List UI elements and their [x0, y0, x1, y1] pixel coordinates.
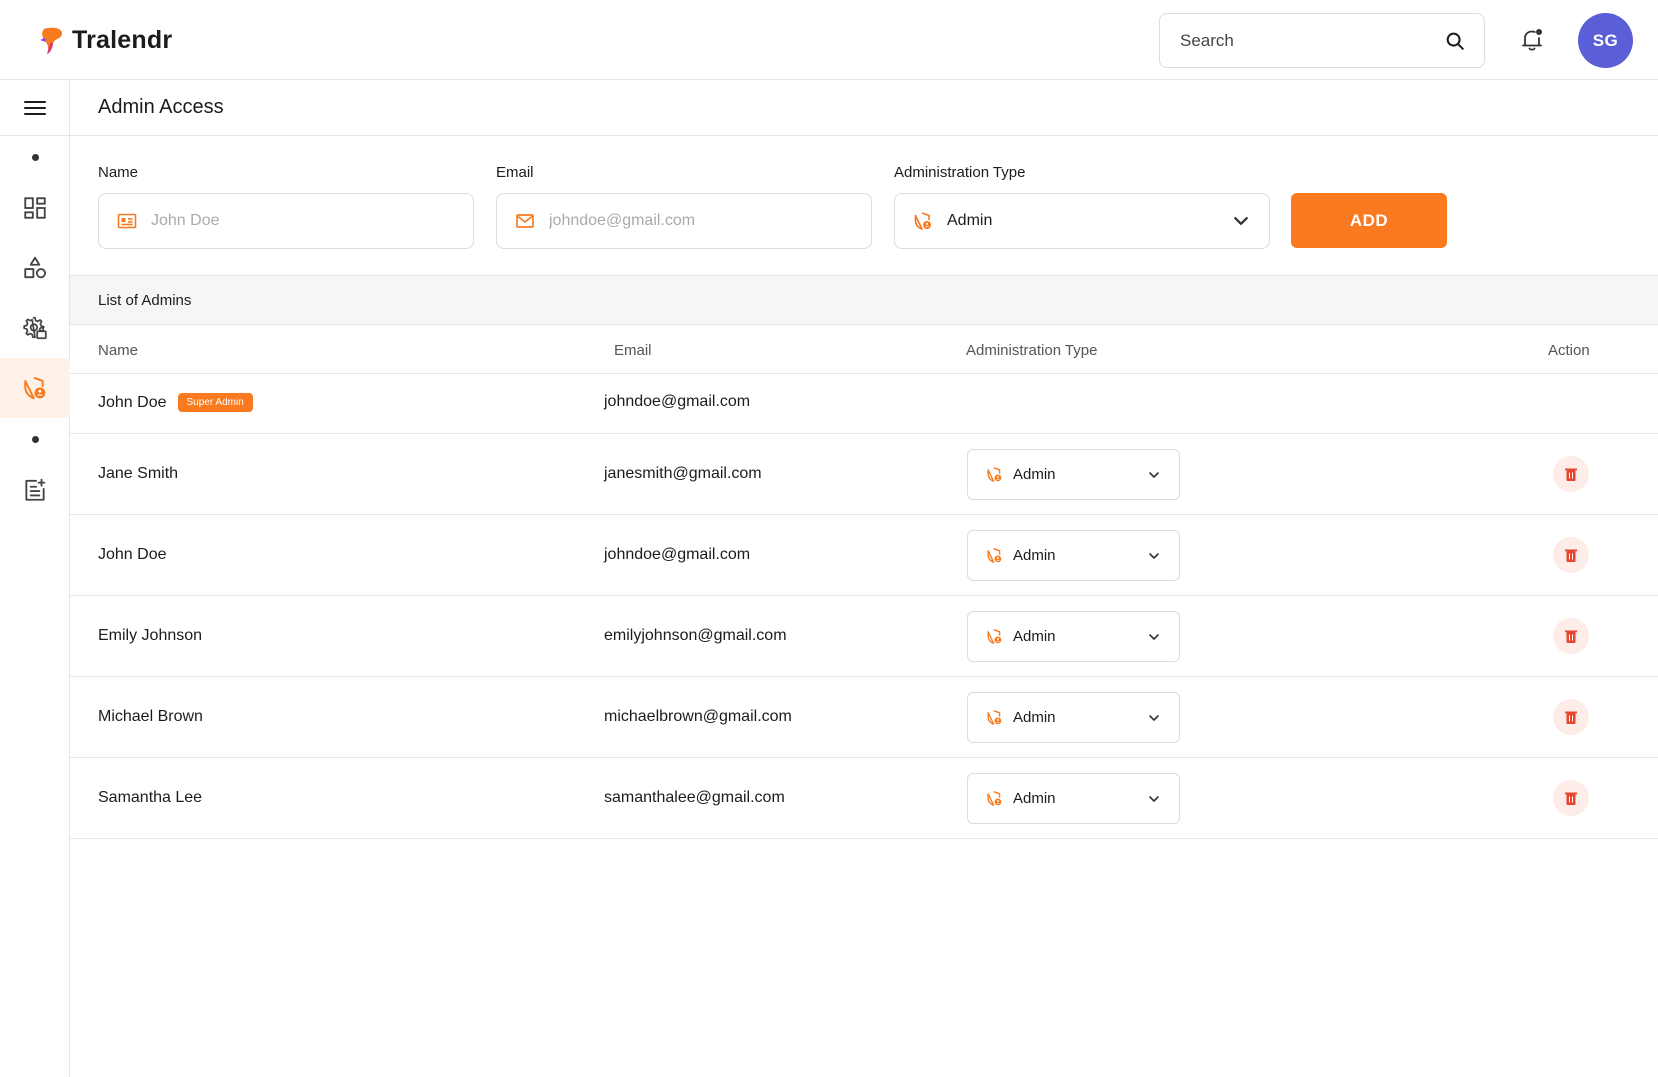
delete-button[interactable] [1553, 456, 1589, 492]
id-card-icon [117, 213, 137, 229]
trash-icon [1565, 468, 1577, 481]
column-header-name: Name [98, 342, 139, 359]
shield-user-icon [987, 467, 1002, 482]
row-administration-type-select[interactable]: Admin [967, 773, 1180, 824]
shield-user-icon [914, 212, 931, 230]
row-administration-type-value: Admin [1013, 628, 1056, 645]
search-input[interactable] [1180, 30, 1444, 51]
shield-user-icon [24, 376, 46, 400]
row-administration-type-value: Admin [1013, 466, 1056, 483]
sidebar-item-categories[interactable] [0, 238, 70, 298]
delete-button[interactable] [1553, 537, 1589, 573]
app-name: Tralendr [72, 25, 173, 54]
name-input[interactable] [151, 212, 455, 230]
chevron-down-icon [1149, 471, 1159, 478]
dashboard-icon [24, 197, 46, 219]
name-field[interactable] [98, 193, 474, 249]
page-header: Admin Access [70, 80, 1658, 136]
list-title: List of Admins [70, 275, 1658, 325]
section-dot [32, 154, 39, 161]
sidebar [0, 80, 70, 1077]
trash-icon [1565, 630, 1577, 643]
sidebar-item-admin-access[interactable] [0, 358, 70, 418]
trash-icon [1565, 711, 1577, 724]
admin-email: michaelbrown@gmail.com [604, 708, 792, 725]
trash-icon [1565, 549, 1577, 562]
row-administration-type-select[interactable]: Admin [967, 449, 1180, 500]
delete-button[interactable] [1553, 618, 1589, 654]
document-add-icon [25, 478, 46, 501]
admin-name: Emily Johnson [98, 627, 203, 644]
administration-type-select[interactable]: Admin [894, 193, 1270, 249]
top-bar: Tralendr SG [0, 0, 1658, 80]
table-row: John Doe johndoe@gmail.com Admin [70, 515, 1658, 596]
logo[interactable]: Tralendr [38, 24, 172, 56]
shapes-icon [24, 256, 46, 279]
admin-email: emilyjohnson@gmail.com [604, 627, 787, 644]
shield-user-icon [987, 629, 1002, 644]
table-row: Emily Johnson emilyjohnson@gmail.com Adm… [70, 596, 1658, 677]
admin-name: Michael Brown [98, 708, 203, 725]
chevron-down-icon [1234, 217, 1248, 225]
table-row: Jane Smith janesmith@gmail.com Admin [70, 434, 1658, 515]
chevron-down-icon [1149, 552, 1159, 559]
column-header-action: Action [1548, 342, 1590, 359]
add-button[interactable]: ADD [1291, 193, 1447, 248]
search-box[interactable] [1159, 13, 1485, 68]
admin-email: johndoe@gmail.com [604, 393, 751, 410]
email-field[interactable] [496, 193, 872, 249]
search-icon[interactable] [1444, 30, 1466, 52]
row-administration-type-value: Admin [1013, 709, 1056, 726]
table-row: John Doe Super Admin johndoe@gmail.com [70, 374, 1658, 434]
column-header-administration-type: Administration Type [966, 342, 1098, 359]
super-admin-badge: Super Admin [177, 393, 253, 412]
notification-bell-icon[interactable] [1518, 26, 1546, 54]
chevron-down-icon [1149, 714, 1159, 721]
avatar[interactable]: SG [1578, 13, 1633, 68]
admin-name: Samantha Lee [98, 789, 203, 806]
shield-user-icon [987, 548, 1002, 563]
logo-icon [40, 27, 63, 54]
trash-icon [1565, 792, 1577, 805]
mail-icon [516, 214, 534, 228]
admin-name: John Doe [98, 393, 167, 411]
name-label: Name [98, 164, 139, 181]
settings-user-icon [23, 316, 47, 340]
table-row: Samantha Lee samanthalee@gmail.com Admin [70, 758, 1658, 839]
chevron-down-icon [1149, 633, 1159, 640]
section-dot [32, 436, 39, 443]
row-administration-type-value: Admin [1013, 547, 1056, 564]
menu-toggle[interactable] [0, 80, 70, 136]
hamburger-menu-icon[interactable] [24, 100, 46, 116]
table-row: Michael Brown michaelbrown@gmail.com Adm… [70, 677, 1658, 758]
admin-name: Jane Smith [98, 465, 179, 482]
admin-email: johndoe@gmail.com [604, 546, 751, 563]
column-header-email: Email [614, 342, 652, 359]
sidebar-item-settings[interactable] [0, 298, 70, 358]
shield-user-icon [987, 791, 1002, 806]
sidebar-item-reports[interactable] [0, 460, 70, 520]
admin-email: samanthalee@gmail.com [604, 789, 785, 806]
email-label: Email [496, 164, 534, 181]
chevron-down-icon [1149, 795, 1159, 802]
admin-name: John Doe [98, 546, 167, 563]
row-administration-type-value: Admin [1013, 790, 1056, 807]
sidebar-item-dashboard[interactable] [0, 178, 70, 238]
administration-type-value: Admin [947, 212, 993, 229]
administration-type-label: Administration Type [894, 164, 1026, 181]
admin-name-cell: John Doe Super Admin [98, 393, 253, 412]
shield-user-icon [987, 710, 1002, 725]
row-administration-type-select[interactable]: Admin [967, 692, 1180, 743]
delete-button[interactable] [1553, 699, 1589, 735]
row-administration-type-select[interactable]: Admin [967, 611, 1180, 662]
email-input[interactable] [549, 212, 853, 230]
row-administration-type-select[interactable]: Admin [967, 530, 1180, 581]
delete-button[interactable] [1553, 780, 1589, 816]
page-title: Admin Access [98, 96, 224, 118]
admin-email: janesmith@gmail.com [604, 465, 762, 482]
